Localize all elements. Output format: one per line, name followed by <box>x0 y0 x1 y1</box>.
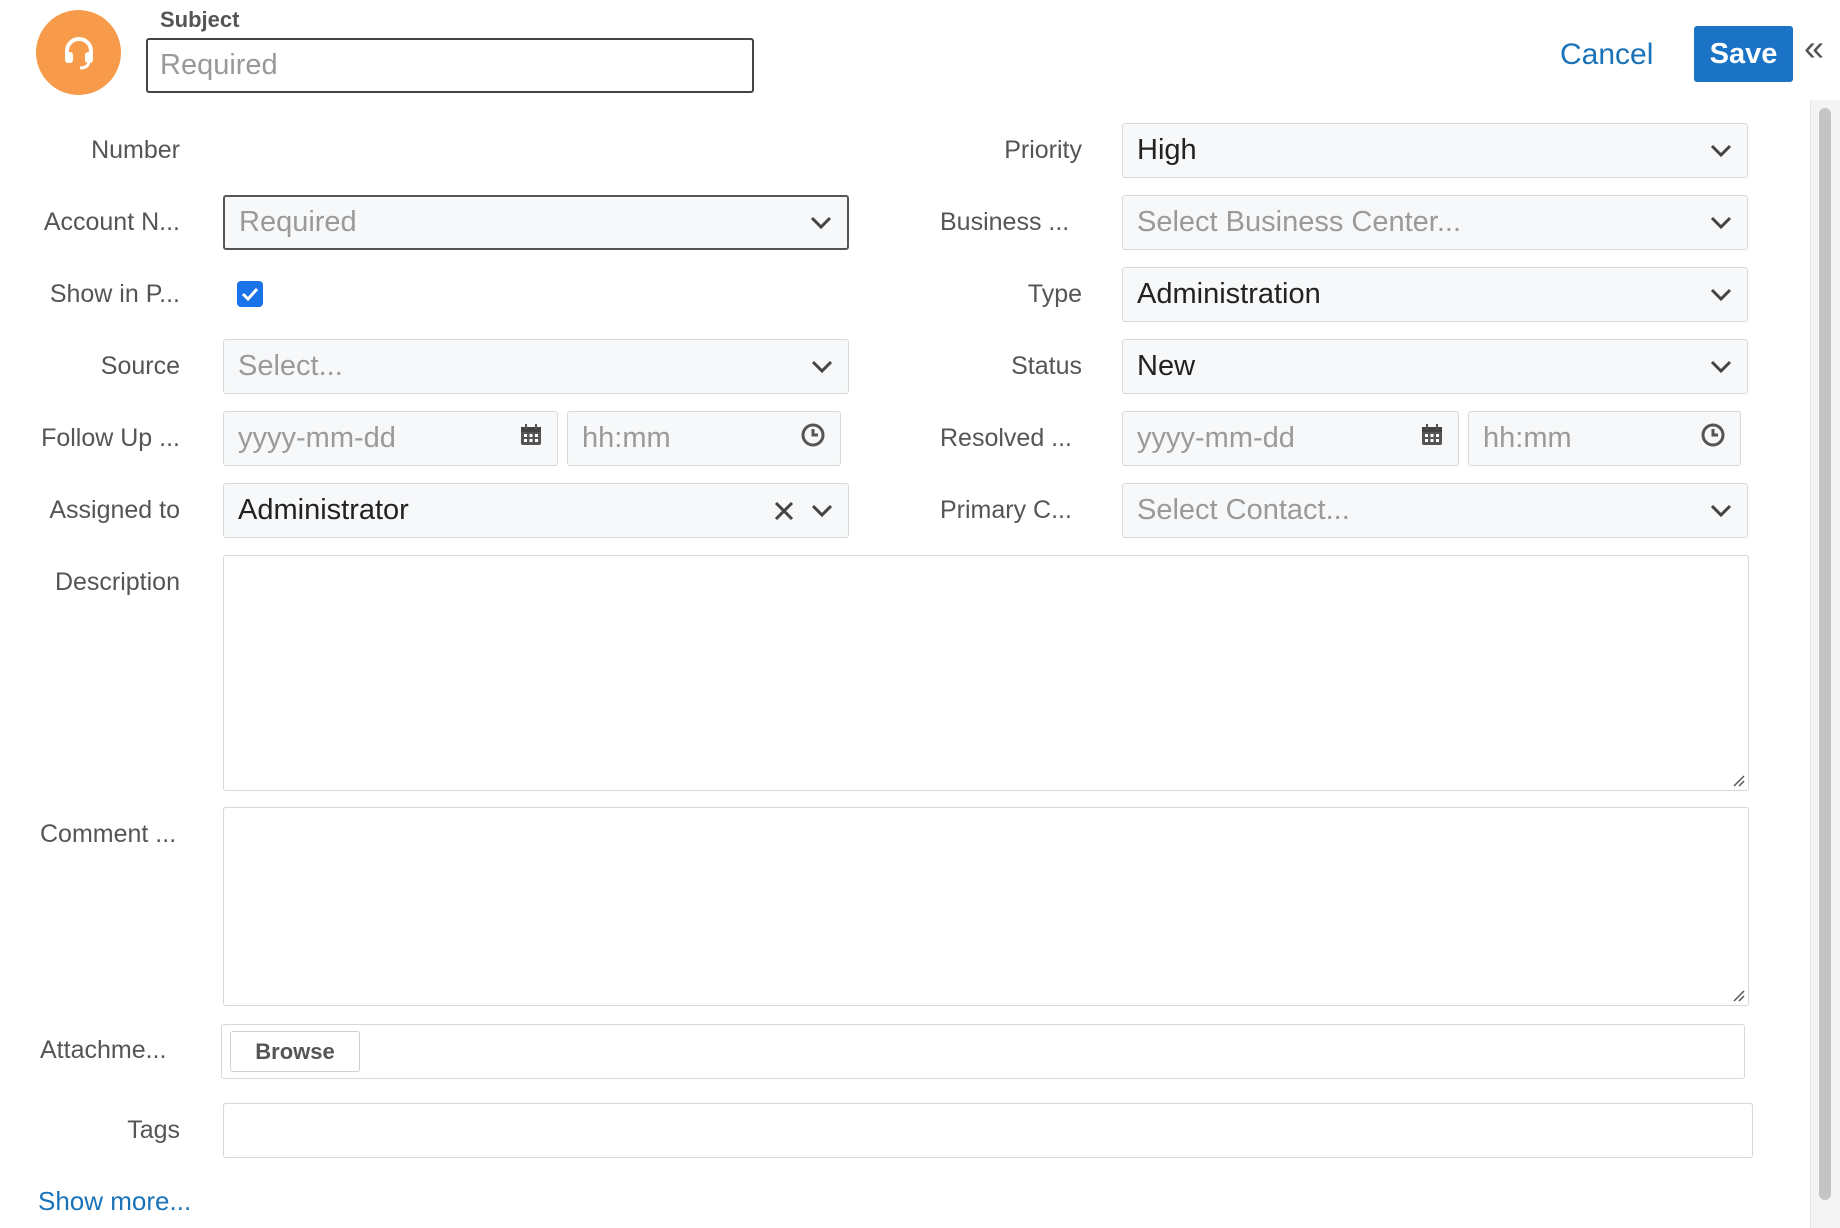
chevron-down-icon <box>809 211 833 235</box>
save-button[interactable]: Save <box>1694 26 1793 82</box>
collapse-panel-icon[interactable]: « <box>1804 30 1824 66</box>
resize-handle-icon[interactable] <box>1731 773 1745 787</box>
resolved-date-placeholder: yyyy-mm-dd <box>1137 422 1295 454</box>
number-label: Number <box>91 136 180 164</box>
source-placeholder: Select... <box>238 350 343 382</box>
clock-icon[interactable] <box>1700 422 1726 456</box>
description-label: Description <box>54 568 180 596</box>
chevron-down-icon <box>1709 499 1733 523</box>
chevron-down-icon <box>1709 211 1733 235</box>
follow-up-date-placeholder: yyyy-mm-dd <box>238 422 396 454</box>
resolved-time-placeholder: hh:mm <box>1483 422 1572 454</box>
scrollbar[interactable] <box>1810 100 1840 1228</box>
type-label: Type <box>1027 280 1082 308</box>
attachments-field[interactable]: Browse <box>221 1024 1745 1079</box>
subject-label: Subject <box>160 7 240 32</box>
headset-icon <box>64 36 93 69</box>
business-center-select[interactable]: Select Business Center... <box>1122 195 1748 250</box>
browse-button[interactable]: Browse <box>230 1031 360 1072</box>
scrollbar-thumb[interactable] <box>1819 108 1831 1200</box>
business-center-placeholder: Select Business Center... <box>1137 206 1461 238</box>
show-in-portal-label: Show in P... <box>49 280 180 308</box>
follow-up-date-input[interactable]: yyyy-mm-dd <box>223 411 558 466</box>
clear-icon[interactable] <box>770 497 798 525</box>
chevron-down-icon <box>1709 283 1733 307</box>
resolved-date-input[interactable]: yyyy-mm-dd <box>1122 411 1459 466</box>
source-label: Source <box>100 352 180 380</box>
assigned-to-label: Assigned to <box>49 496 180 524</box>
primary-contact-label: Primary C... <box>940 496 1072 524</box>
attachments-label: Attachme... <box>40 1036 167 1064</box>
status-select[interactable]: New <box>1122 339 1748 394</box>
follow-up-label: Follow Up ... <box>41 424 180 452</box>
account-placeholder: Required <box>239 206 357 238</box>
resolved-time-input[interactable]: hh:mm <box>1468 411 1741 466</box>
show-in-portal-checkbox[interactable] <box>237 281 263 307</box>
type-value: Administration <box>1137 278 1321 310</box>
comment-label: Comment ... <box>40 820 177 848</box>
account-label: Account N... <box>43 208 180 236</box>
type-select[interactable]: Administration <box>1122 267 1748 322</box>
resize-handle-icon[interactable] <box>1731 988 1745 1002</box>
priority-value: High <box>1137 134 1197 166</box>
calendar-icon[interactable] <box>1420 422 1444 455</box>
case-avatar <box>36 10 121 95</box>
assigned-to-value: Administrator <box>238 494 409 526</box>
status-value: New <box>1137 350 1196 382</box>
checkmark-icon <box>241 287 259 302</box>
source-select[interactable]: Select... <box>223 339 849 394</box>
show-more-link[interactable]: Show more... <box>38 1186 191 1217</box>
chevron-down-icon <box>810 499 834 523</box>
chevron-down-icon <box>1709 355 1733 379</box>
cancel-button[interactable]: Cancel <box>1560 30 1653 80</box>
follow-up-time-placeholder: hh:mm <box>582 422 671 454</box>
account-select[interactable]: Required <box>223 195 849 250</box>
subject-input[interactable] <box>146 38 754 93</box>
comment-textarea[interactable] <box>223 807 1749 1006</box>
follow-up-time-input[interactable]: hh:mm <box>567 411 841 466</box>
chevron-down-icon <box>1709 139 1733 163</box>
primary-contact-placeholder: Select Contact... <box>1137 494 1350 526</box>
priority-select[interactable]: High <box>1122 123 1748 178</box>
tags-label: Tags <box>127 1116 180 1144</box>
tags-input[interactable] <box>223 1103 1753 1158</box>
primary-contact-select[interactable]: Select Contact... <box>1122 483 1748 538</box>
assigned-to-select[interactable]: Administrator <box>223 483 849 538</box>
description-textarea[interactable] <box>223 555 1749 791</box>
chevron-down-icon <box>810 355 834 379</box>
calendar-icon[interactable] <box>519 422 543 455</box>
business-center-label: Business ... <box>940 208 1070 236</box>
status-label: Status <box>1011 352 1082 380</box>
priority-label: Priority <box>1004 136 1082 164</box>
resolved-label: Resolved ... <box>940 424 1073 452</box>
clock-icon[interactable] <box>800 422 826 456</box>
